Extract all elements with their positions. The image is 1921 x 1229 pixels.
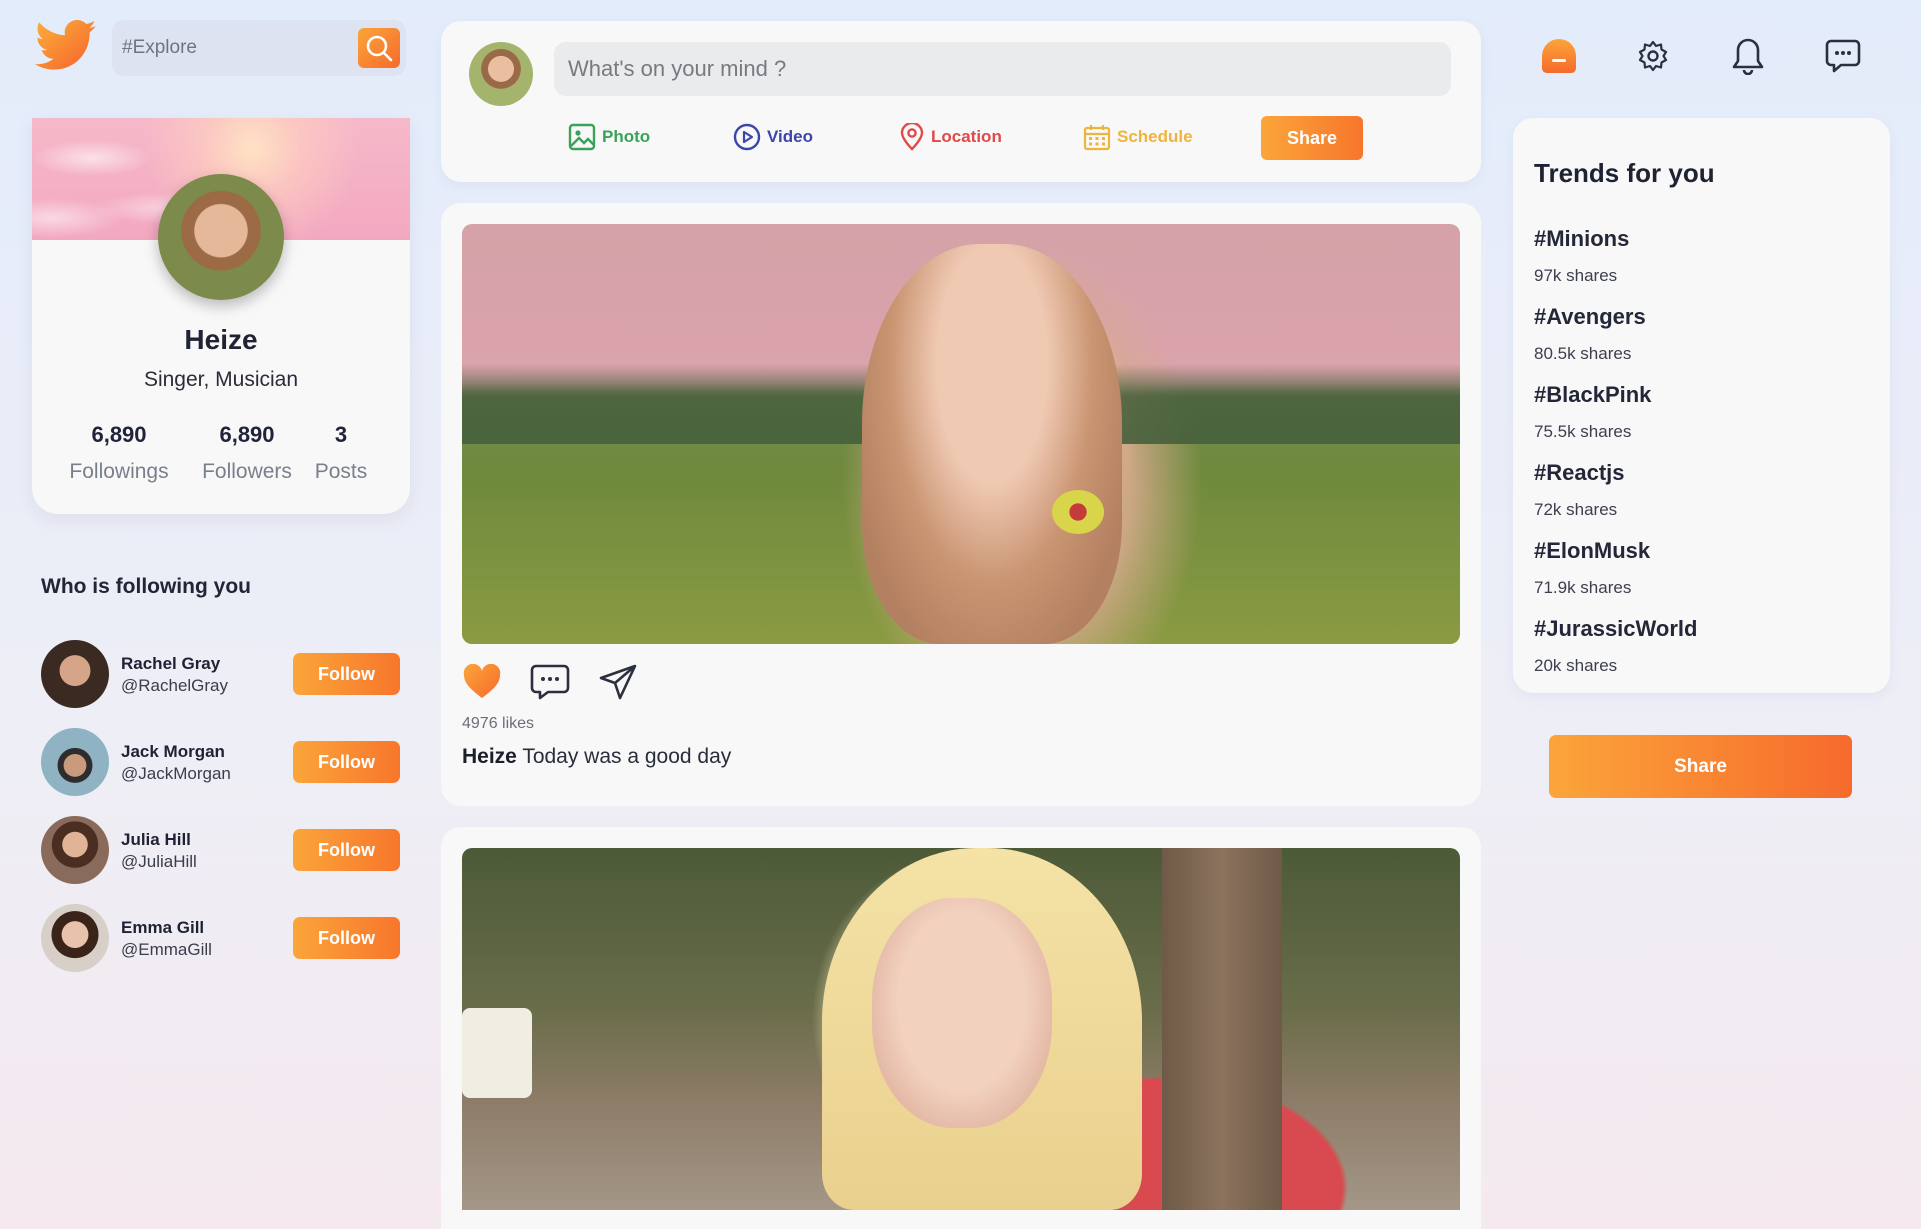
avatar[interactable] <box>41 816 109 884</box>
trend-tag: #JurassicWorld <box>1534 616 1698 641</box>
follow-button[interactable]: Follow <box>293 741 400 783</box>
profile-bio: Singer, Musician <box>143 368 299 391</box>
stat-value: 6,890 <box>219 422 275 447</box>
follow-button[interactable]: Follow <box>293 829 400 871</box>
post-caption: Heize Today was a good day <box>462 745 731 769</box>
trend-tag: #BlackPink <box>1534 382 1652 407</box>
post-author[interactable]: Heize <box>462 745 517 768</box>
follower-name: Emma Gill <box>121 918 205 937</box>
search-input[interactable] <box>112 37 342 59</box>
avatar[interactable] <box>41 728 109 796</box>
trend-item[interactable]: #BlackPink 75.5k shares <box>1534 382 1651 442</box>
follower-name: Julia Hill <box>121 830 191 849</box>
comment-icon[interactable] <box>530 663 570 701</box>
follower-item: Emma Gill @EmmaGill Follow <box>41 904 401 974</box>
stat-value: 6,890 <box>91 422 147 447</box>
search-bar <box>112 20 406 76</box>
trend-shares: 80.5k shares <box>1534 344 1632 363</box>
stat-followers[interactable]: 6,890 Followers <box>187 422 307 484</box>
trend-shares: 72k shares <box>1534 500 1618 519</box>
follower-item: Jack Morgan @JackMorgan Follow <box>41 728 401 798</box>
profile-name: Heize <box>184 324 258 355</box>
schedule-option-label: Schedule <box>1117 127 1193 146</box>
avatar[interactable] <box>41 640 109 708</box>
notifications-button[interactable] <box>1728 36 1768 76</box>
heart-icon[interactable] <box>462 664 502 700</box>
trend-tag: #Minions <box>1534 226 1630 251</box>
photo-option-label: Photo <box>602 127 651 146</box>
settings-button[interactable] <box>1633 36 1673 76</box>
stat-followings[interactable]: 6,890 Followings <box>59 422 179 484</box>
image-icon <box>568 123 596 151</box>
stat-value: 3 <box>334 422 348 447</box>
gear-icon <box>1638 40 1668 72</box>
followers-section-title: Who is following you <box>41 575 251 598</box>
post-input[interactable] <box>554 42 1451 96</box>
send-icon[interactable] <box>598 663 638 701</box>
trend-item[interactable]: #JurassicWorld 20k shares <box>1534 616 1697 676</box>
photo-option[interactable]: Photo <box>568 122 650 152</box>
trends-card: Trends for you #Minions 97k shares #Aven… <box>1513 118 1890 693</box>
composer-share-button[interactable]: Share <box>1261 116 1363 160</box>
post-composer: Photo Video Location Schedule Share <box>441 21 1481 182</box>
trend-shares: 75.5k shares <box>1534 422 1632 441</box>
like-count: 4976 likes <box>462 715 535 732</box>
home-icon <box>1542 39 1576 73</box>
post-card <box>441 827 1481 1229</box>
profile-card: Heize Singer, Musician 6,890 Followings … <box>32 118 410 514</box>
follower-name: Rachel Gray <box>121 654 221 673</box>
twitter-bird-icon[interactable] <box>34 20 98 76</box>
trends-title: Trends for you <box>1534 158 1715 188</box>
follower-handle: @JackMorgan <box>121 764 231 783</box>
trend-tag: #Reactjs <box>1534 460 1625 485</box>
stat-label: Posts <box>314 460 368 483</box>
home-button[interactable] <box>1539 36 1579 76</box>
video-option-label: Video <box>767 127 813 146</box>
location-option-label: Location <box>931 127 1002 146</box>
follow-button[interactable]: Follow <box>293 917 400 959</box>
trend-item[interactable]: #ElonMusk 71.9k shares <box>1534 538 1650 598</box>
follower-name: Jack Morgan <box>121 742 225 761</box>
share-button[interactable]: Share <box>1549 735 1852 798</box>
messages-button[interactable] <box>1823 36 1863 76</box>
trend-shares: 20k shares <box>1534 656 1618 675</box>
video-option[interactable]: Video <box>733 122 813 152</box>
trend-tag: #ElonMusk <box>1534 538 1651 563</box>
trend-item[interactable]: #Avengers 80.5k shares <box>1534 304 1646 364</box>
schedule-option[interactable]: Schedule <box>1083 122 1193 152</box>
post-actions <box>462 663 638 701</box>
post-image[interactable] <box>462 848 1460 1210</box>
trend-tag: #Avengers <box>1534 304 1646 329</box>
avatar[interactable] <box>41 904 109 972</box>
search-icon <box>366 35 393 62</box>
follow-button[interactable]: Follow <box>293 653 400 695</box>
trend-shares: 97k shares <box>1534 266 1618 285</box>
profile-avatar[interactable] <box>158 174 284 300</box>
trend-item[interactable]: #Minions 97k shares <box>1534 226 1629 286</box>
post-image[interactable] <box>462 224 1460 644</box>
follower-handle: @JuliaHill <box>121 852 197 871</box>
post-card: 4976 likes Heize Today was a good day <box>441 203 1481 806</box>
follower-handle: @EmmaGill <box>121 940 212 959</box>
stat-label: Followers <box>202 460 292 483</box>
search-button[interactable] <box>358 28 400 68</box>
stat-posts[interactable]: 3 Posts <box>291 422 391 484</box>
stat-label: Followings <box>69 460 169 483</box>
follower-item: Rachel Gray @RachelGray Follow <box>41 640 401 710</box>
trend-item[interactable]: #Reactjs 72k shares <box>1534 460 1625 520</box>
follower-item: Julia Hill @JuliaHill Follow <box>41 816 401 886</box>
post-text: Today was a good day <box>516 745 732 768</box>
message-icon <box>1825 39 1861 73</box>
location-pin-icon <box>900 123 924 151</box>
follower-handle: @RachelGray <box>121 676 229 695</box>
trend-shares: 71.9k shares <box>1534 578 1632 597</box>
bell-icon <box>1732 38 1764 75</box>
calendar-icon <box>1083 125 1111 151</box>
location-option[interactable]: Location <box>899 122 1002 152</box>
avatar[interactable] <box>469 42 533 106</box>
play-icon <box>733 123 761 151</box>
